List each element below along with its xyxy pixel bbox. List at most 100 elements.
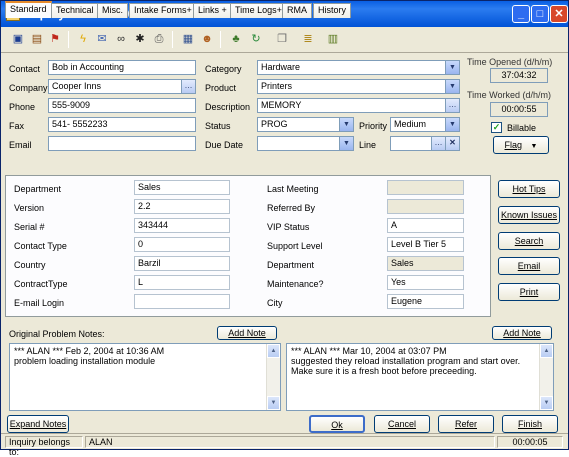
- contract-type-field[interactable]: L: [134, 275, 230, 290]
- mail-icon[interactable]: ✉: [95, 32, 109, 46]
- line-lookup-button[interactable]: …: [431, 137, 445, 150]
- inquiry-record-window: Inquiry Record: 1-0131 _ □ ✕ ▣ ▤ ⚑ ϟ ✉ ∞…: [0, 0, 569, 457]
- original-notes-label: Original Problem Notes:: [9, 329, 105, 339]
- original-note-header: *** ALAN *** Feb 2, 2004 at 10:36 AM: [14, 346, 165, 356]
- chevron-down-icon[interactable]: ▼: [445, 118, 459, 131]
- city-label: City: [267, 298, 283, 308]
- line-clear-icon[interactable]: ✕: [445, 137, 459, 150]
- finish-button[interactable]: Finish: [502, 415, 558, 433]
- tab-history[interactable]: History: [313, 3, 352, 18]
- tab-technical[interactable]: Technical: [51, 3, 99, 18]
- save-icon[interactable]: ▣: [11, 32, 25, 46]
- status-belongs-label: Inquiry belongs to:: [5, 436, 83, 457]
- additional-note-text: suggested they reload installation progr…: [291, 356, 521, 376]
- toolbar-separator: [220, 31, 221, 48]
- binoculars-icon[interactable]: ∞: [114, 32, 128, 46]
- chevron-down-icon[interactable]: ▼: [445, 80, 459, 93]
- maximize-button[interactable]: □: [531, 5, 549, 23]
- time-worked-label: Time Worked (d/h/m): [467, 90, 552, 100]
- chevron-down-icon[interactable]: ▼: [339, 118, 353, 131]
- category-select[interactable]: Hardware ▼: [257, 60, 460, 75]
- country-field[interactable]: Barzil: [134, 256, 230, 271]
- vip-status-label: VIP Status: [267, 222, 310, 232]
- chevron-down-icon[interactable]: ▼: [339, 137, 353, 150]
- vip-status-field[interactable]: A: [387, 218, 464, 233]
- ok-button[interactable]: Ok: [309, 415, 365, 433]
- maintenance-field[interactable]: Yes: [387, 275, 464, 290]
- duedate-select[interactable]: ▼: [257, 136, 354, 151]
- description-field[interactable]: MEMORY …: [257, 98, 460, 113]
- duedate-label: Due Date: [205, 140, 244, 150]
- scroll-down-icon[interactable]: ▼: [540, 396, 553, 410]
- refresh-icon[interactable]: ↻: [249, 32, 263, 46]
- lightning-icon[interactable]: ϟ: [76, 32, 90, 46]
- chart-icon[interactable]: ▥: [326, 32, 340, 46]
- print-button[interactable]: Print: [498, 283, 560, 301]
- tab-misc[interactable]: Misc.: [97, 3, 128, 18]
- product-select[interactable]: Printers ▼: [257, 79, 460, 94]
- additional-notes-box[interactable]: *** ALAN *** Mar 10, 2004 at 03:07 PM su…: [286, 343, 554, 411]
- bug-icon[interactable]: ✱: [133, 32, 147, 46]
- original-notes-box[interactable]: *** ALAN *** Feb 2, 2004 at 10:36 AM pro…: [9, 343, 281, 411]
- priority-select[interactable]: Medium ▼: [390, 117, 460, 132]
- chevron-down-icon[interactable]: ▼: [445, 61, 459, 74]
- original-note-text: problem loading installation module: [14, 356, 156, 366]
- tab-rma[interactable]: RMA: [282, 3, 312, 18]
- known-issues-button[interactable]: Known Issues: [498, 206, 560, 224]
- flag-icon[interactable]: ⚑: [48, 32, 62, 46]
- category-value: Hardware: [261, 62, 301, 72]
- contact-type-field[interactable]: 0: [134, 237, 230, 252]
- tab-standard[interactable]: Standard: [5, 1, 52, 18]
- serial-label: Serial #: [14, 222, 45, 232]
- notes-scrollbar[interactable]: ▲ ▼: [266, 344, 280, 410]
- scroll-up-icon[interactable]: ▲: [540, 344, 553, 358]
- serial-field[interactable]: 343444: [134, 218, 230, 233]
- billable-checkbox[interactable]: ✓: [491, 122, 502, 133]
- tab-intake-forms[interactable]: Intake Forms+: [129, 3, 197, 18]
- version-field[interactable]: 2.2: [134, 199, 230, 214]
- refer-button[interactable]: Refer: [438, 415, 494, 433]
- add-note-button-right[interactable]: Add Note: [492, 326, 552, 340]
- tab-links[interactable]: Links +: [193, 3, 232, 18]
- tree-icon[interactable]: ♣: [229, 32, 243, 46]
- notes-scrollbar[interactable]: ▲ ▼: [539, 344, 553, 410]
- scroll-down-icon[interactable]: ▼: [267, 396, 280, 410]
- form-icon[interactable]: ▦: [181, 32, 195, 46]
- email-button[interactable]: Email: [498, 257, 560, 275]
- support-level-field[interactable]: Level B Tier 5: [387, 237, 464, 252]
- billable-label: Billable: [507, 123, 537, 133]
- notes-icon[interactable]: ≣: [301, 32, 315, 46]
- company-lookup-button[interactable]: …: [181, 80, 195, 93]
- cancel-button[interactable]: Cancel: [374, 415, 430, 433]
- print-icon[interactable]: ⎙: [152, 32, 166, 46]
- email-login-field[interactable]: [134, 294, 230, 309]
- email-field[interactable]: [48, 136, 196, 151]
- minimize-button[interactable]: _: [512, 5, 530, 23]
- referred-by-label: Referred By: [267, 203, 316, 213]
- status-belongs-value: ALAN: [85, 436, 495, 448]
- phone-field[interactable]: 555-9009: [48, 98, 196, 113]
- description-lookup-button[interactable]: …: [445, 99, 459, 112]
- tab-time-logs[interactable]: Time Logs+: [230, 3, 287, 18]
- fax-field[interactable]: 541- 5552233: [48, 117, 196, 132]
- company-field[interactable]: Cooper Inns …: [48, 79, 196, 94]
- time-worked-field: 00:00:55: [490, 102, 548, 117]
- flag-dropdown-button[interactable]: Flag ▼: [493, 136, 549, 154]
- users-icon[interactable]: ☻: [200, 32, 214, 46]
- expand-notes-button[interactable]: Expand Notes: [7, 415, 69, 433]
- department-field[interactable]: Sales: [134, 180, 230, 195]
- scroll-up-icon[interactable]: ▲: [267, 344, 280, 358]
- close-button[interactable]: ✕: [550, 5, 568, 23]
- copy-icon[interactable]: ❐: [275, 32, 289, 46]
- status-value: PROG: [261, 119, 288, 129]
- flag-button-label: Flag: [504, 140, 523, 150]
- line-field[interactable]: … ✕: [390, 136, 460, 151]
- contact-field[interactable]: Bob in Accounting: [48, 60, 196, 75]
- company-value: Cooper Inns: [52, 81, 102, 91]
- add-note-button-left[interactable]: Add Note: [217, 326, 277, 340]
- status-select[interactable]: PROG ▼: [257, 117, 354, 132]
- open-icon[interactable]: ▤: [30, 32, 44, 46]
- search-button[interactable]: Search: [498, 232, 560, 250]
- city-field[interactable]: Eugene: [387, 294, 464, 309]
- hot-tips-button[interactable]: Hot Tips: [498, 180, 560, 198]
